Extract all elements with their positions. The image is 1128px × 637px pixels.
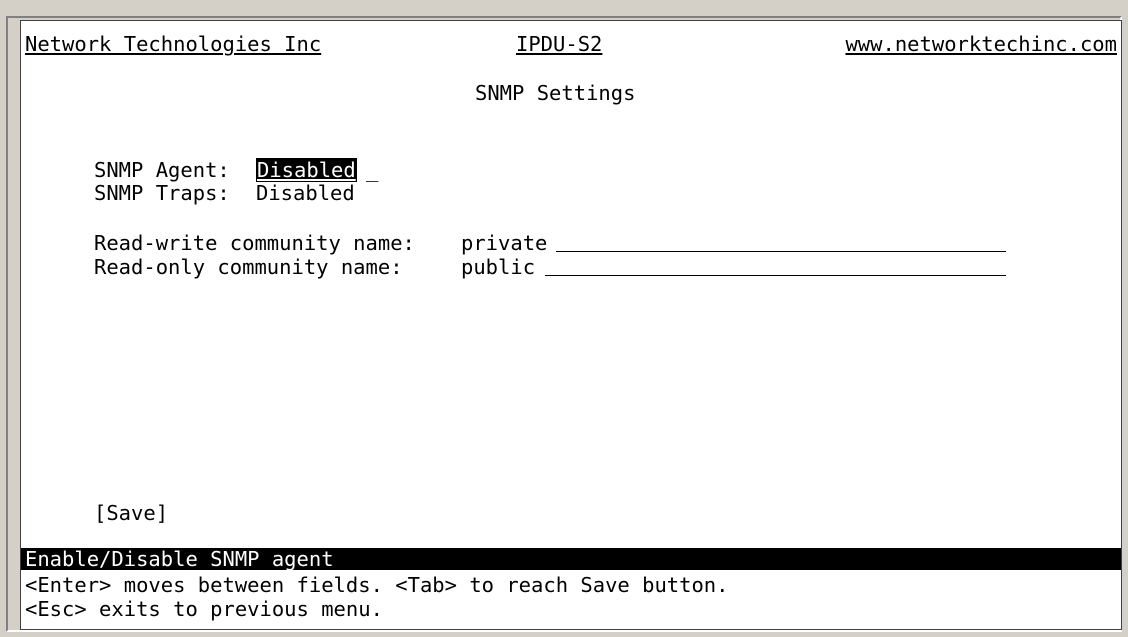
ro-community-field[interactable]: public: [461, 255, 535, 279]
ro-community-label: Read-only community name:: [94, 255, 403, 279]
snmp-traps-field[interactable]: Disabled: [256, 181, 355, 205]
page-title: SNMP Settings: [475, 81, 636, 105]
rw-community-field[interactable]: private: [461, 231, 547, 255]
header-website: www.networktechinc.com: [845, 32, 1117, 56]
header-vendor: Network Technologies Inc: [25, 32, 322, 56]
snmp-agent-label: SNMP Agent:: [94, 158, 230, 182]
snmp-traps-label: SNMP Traps:: [94, 181, 230, 205]
header-device: IPDU-S2: [516, 32, 603, 56]
rw-community-label: Read-write community name:: [94, 231, 415, 255]
status-bar: Enable/Disable SNMP agent: [21, 547, 1121, 571]
text-cursor: _: [366, 158, 379, 182]
ro-community-field-underline: [545, 275, 1006, 276]
save-button[interactable]: [Save]: [94, 501, 168, 525]
help-line-navigation: <Enter> moves between fields. <Tab> to r…: [25, 573, 729, 597]
terminal-screen: Network Technologies Inc IPDU-S2 www.net…: [20, 20, 1122, 630]
rw-community-field-underline: [556, 251, 1006, 252]
snmp-agent-field[interactable]: Disabled: [256, 158, 357, 182]
status-text: Enable/Disable SNMP agent: [25, 547, 334, 571]
help-line-exit: <Esc> exits to previous menu.: [25, 597, 383, 621]
